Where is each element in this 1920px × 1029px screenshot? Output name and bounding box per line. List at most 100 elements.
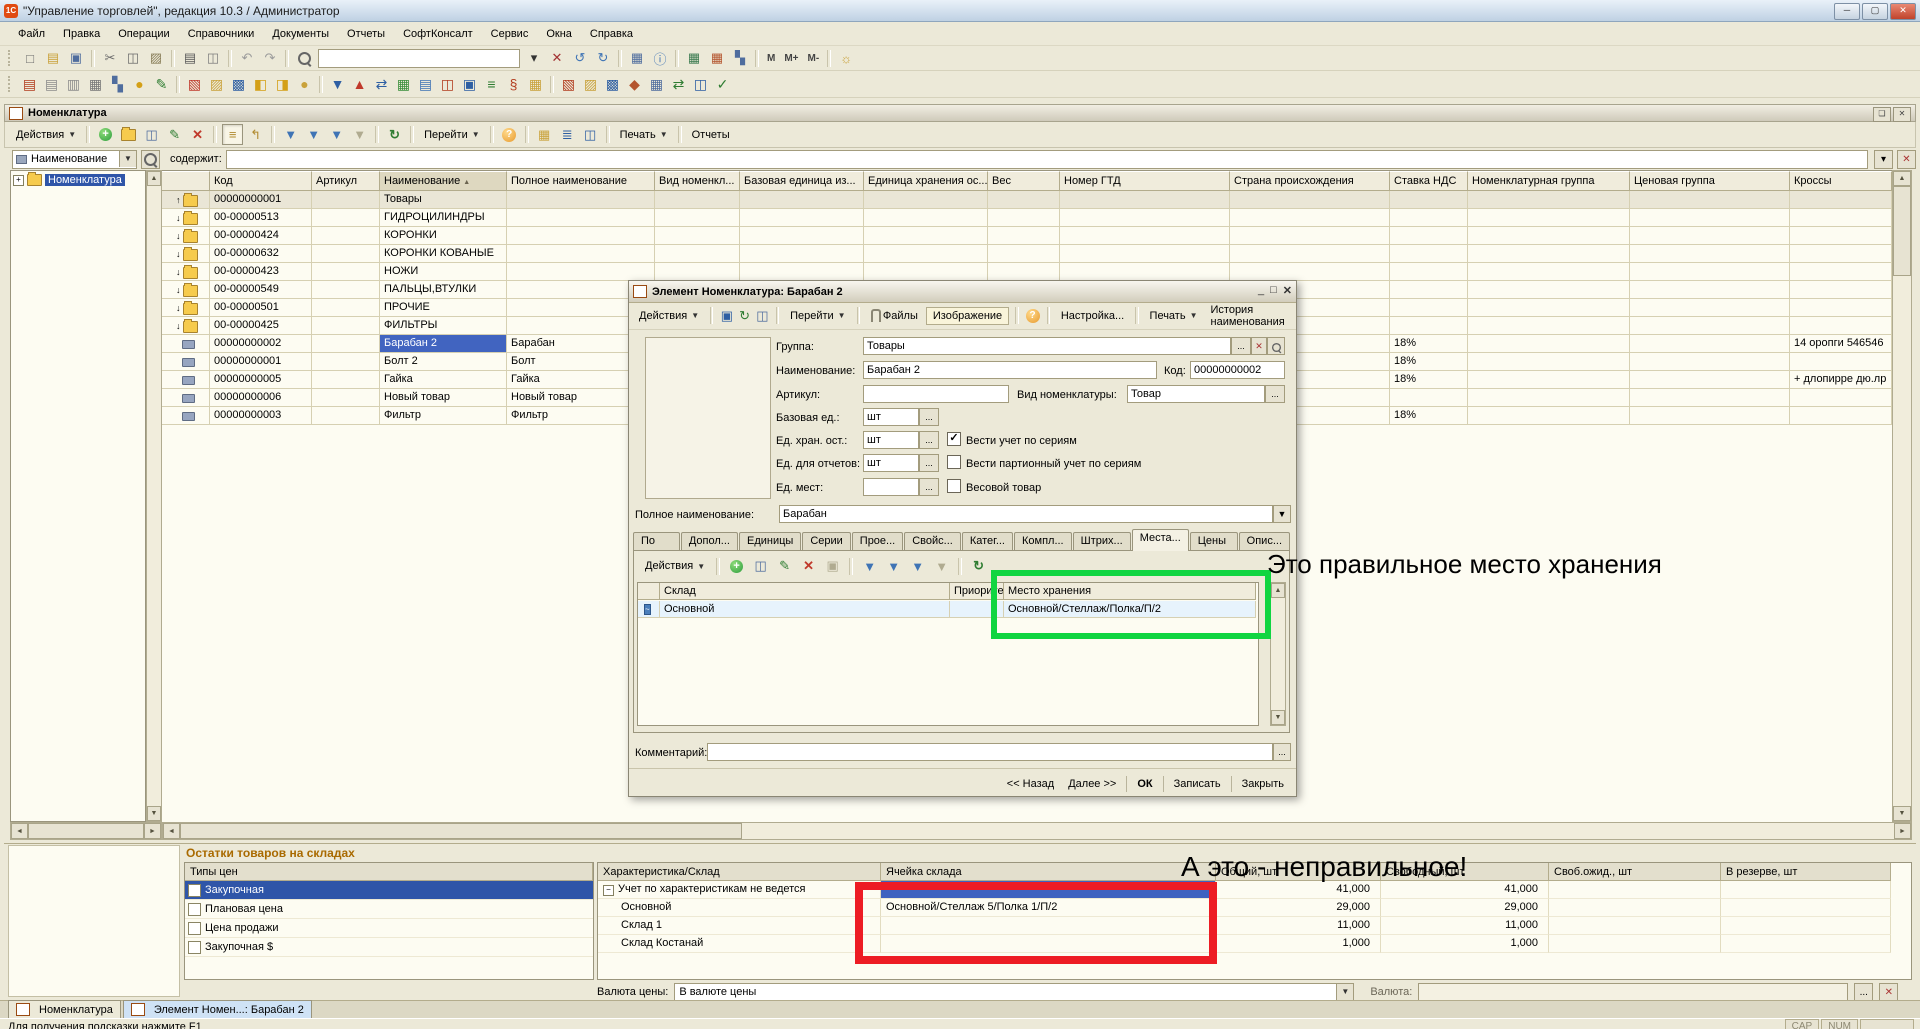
child-restore-icon[interactable]: ❏ (1873, 107, 1891, 122)
parent-folder-button[interactable]: ↰ (245, 124, 266, 145)
filter-field-selector[interactable]: Наименование ▼ (12, 150, 137, 169)
menu-item[interactable]: Справочники (180, 25, 263, 43)
menu-item[interactable]: Операции (110, 25, 177, 43)
dialog-print-menu[interactable]: Печать▼ (1145, 308, 1203, 324)
expander-icon[interactable]: + (13, 175, 24, 186)
dialog-titlebar[interactable]: Элемент Номенклатура: Барабан 2 _ □ ✕ (629, 281, 1296, 303)
stock-row[interactable]: −Учет по характеристикам не ведется41,00… (598, 881, 1911, 899)
name-history-button[interactable]: История наименования (1206, 302, 1297, 330)
stock-row[interactable]: ОсновнойОсновной/Стеллаж 5/Полка 1/П/229… (598, 899, 1911, 917)
paste-icon[interactable]: ▨ (145, 48, 167, 69)
group-open-button[interactable] (1267, 337, 1285, 355)
window-tab[interactable]: Номенклатура (8, 1000, 121, 1018)
weight-checkbox[interactable] (947, 479, 961, 493)
report-icon[interactable]: ▦ (85, 74, 106, 94)
currency-clear-button[interactable]: ✕ (1879, 983, 1898, 1002)
tree-root-item[interactable]: + Номенклатура (11, 171, 145, 189)
actions-menu[interactable]: Действия▼ (11, 127, 81, 143)
reports-menu[interactable]: Отчеты (687, 127, 735, 143)
chart-icon[interactable]: ◆ (624, 74, 645, 94)
tab-item[interactable]: Единицы (739, 532, 801, 551)
places-unit-select-button[interactable]: ... (919, 478, 939, 496)
transfer-icon[interactable]: ⇄ (371, 74, 392, 94)
collapse-icon[interactable]: − (603, 885, 614, 896)
menu-item[interactable]: Документы (264, 25, 337, 43)
full-name-dropdown-icon[interactable]: ▼ (1273, 505, 1291, 523)
report-unit-select-button[interactable]: ... (919, 454, 939, 472)
print-menu[interactable]: Печать▼ (615, 127, 673, 143)
stock-column-header[interactable]: Характеристика/Склад (598, 863, 881, 881)
places-edit-button[interactable]: ✎ (774, 556, 795, 577)
windows-icon[interactable]: ▦ (626, 48, 648, 69)
print-form-icon[interactable]: ▤ (41, 74, 62, 94)
delete-button[interactable]: ✕ (187, 124, 208, 145)
filter-field-dropdown-icon[interactable]: ▼ (119, 151, 136, 167)
group-field[interactable]: Товары (863, 337, 1231, 355)
counterparties-icon[interactable]: ▚ (107, 74, 128, 94)
column-header[interactable]: Ставка НДС (1390, 171, 1468, 191)
currency-select-button[interactable]: ... (1854, 983, 1873, 1002)
tab-item[interactable]: Катег... (962, 532, 1013, 551)
close-button[interactable]: Закрыть (1238, 775, 1288, 793)
quick-filter-button[interactable]: ▼ (303, 124, 324, 145)
settings-button[interactable]: Настройка... (1056, 308, 1129, 324)
crm-icon[interactable]: ◫ (690, 74, 711, 94)
price-type-row[interactable]: Плановая цена (185, 900, 593, 919)
store-unit-select-button[interactable]: ... (919, 431, 939, 449)
comment-select-button[interactable]: ... (1273, 743, 1291, 761)
hierarchy-toggle-button[interactable]: ≡ (222, 124, 243, 145)
memory-subtract-button[interactable]: M- (804, 51, 824, 66)
inventory-icon[interactable]: ▤ (415, 74, 436, 94)
places-quick-filter-button[interactable]: ▼ (883, 556, 904, 577)
nomenclature-icon[interactable]: ▦ (525, 74, 546, 94)
kind-field[interactable]: Товар (1127, 385, 1265, 403)
minimize-button[interactable]: ─ (1834, 3, 1860, 20)
clear-filter-icon[interactable]: ✕ (1897, 150, 1916, 169)
stock-icon[interactable]: ▦ (393, 74, 414, 94)
places-unit-field[interactable] (863, 478, 919, 496)
help-button[interactable]: ? (499, 124, 520, 145)
tab-item[interactable]: По ум... (633, 532, 680, 551)
menu-item[interactable]: Сервис (483, 25, 537, 43)
money-icon[interactable]: ● (129, 74, 150, 94)
save-icon[interactable]: ▣ (65, 48, 87, 69)
places-vertical-scrollbar[interactable]: ▲ ▼ (1270, 582, 1286, 726)
table-vertical-scrollbar[interactable]: ▲ ▼ (1892, 170, 1912, 822)
currency-value-field[interactable] (1418, 983, 1848, 1001)
order-icon[interactable]: ◫ (437, 74, 458, 94)
reserve-icon[interactable]: ▣ (459, 74, 480, 94)
undo-icon[interactable]: ↶ (236, 48, 258, 69)
invoice-icon[interactable]: ▩ (228, 74, 249, 94)
places-column-header[interactable] (638, 583, 660, 600)
base-unit-field[interactable]: шт (863, 408, 919, 426)
stock-row[interactable]: Склад Костанай1,0001,000 (598, 935, 1911, 953)
find-icon[interactable] (293, 48, 315, 69)
menu-item[interactable]: СофтКонсалт (395, 25, 481, 43)
table-row[interactable]: ↓00-00000513ГИДРОЦИЛИНДРЫ (162, 209, 1892, 227)
tab-item[interactable]: Допол... (681, 532, 738, 551)
column-header[interactable]: Вид номенкл... (655, 171, 740, 191)
clear-filter-button[interactable]: ▼ (349, 124, 370, 145)
full-name-field[interactable]: Барабан (779, 505, 1273, 523)
legend-button[interactable]: ▦ (534, 124, 555, 145)
print-preview-icon[interactable]: ◫ (202, 48, 224, 69)
places-delete-button[interactable]: ✕ (798, 556, 819, 577)
back-button[interactable]: << Назад (1003, 775, 1058, 793)
price-types-header[interactable]: Типы цен (185, 863, 593, 881)
column-header[interactable]: Артикул (312, 171, 380, 191)
places-column-header[interactable]: Склад (660, 583, 950, 600)
copy-element-icon[interactable]: ◫ (755, 305, 770, 326)
dialog-help-button[interactable]: ? (1025, 305, 1041, 326)
calculator-icon[interactable]: ▦ (683, 48, 705, 69)
close-button[interactable]: ✕ (1890, 3, 1916, 20)
open-icon[interactable]: ▤ (42, 48, 64, 69)
exchange-icon[interactable]: ⇄ (668, 74, 689, 94)
column-header[interactable]: Вес (988, 171, 1060, 191)
group-clear-button[interactable]: ✕ (1251, 337, 1267, 355)
column-header[interactable]: Страна происхождения (1230, 171, 1390, 191)
currency-price-combobox[interactable]: В валюте цены ▼ (674, 983, 1354, 1001)
refresh-button[interactable]: ↻ (384, 124, 405, 145)
places-copy-button[interactable]: ◫ (750, 556, 771, 577)
prices-icon[interactable]: ✎ (151, 74, 172, 94)
code-field[interactable]: 00000000002 (1190, 361, 1285, 379)
